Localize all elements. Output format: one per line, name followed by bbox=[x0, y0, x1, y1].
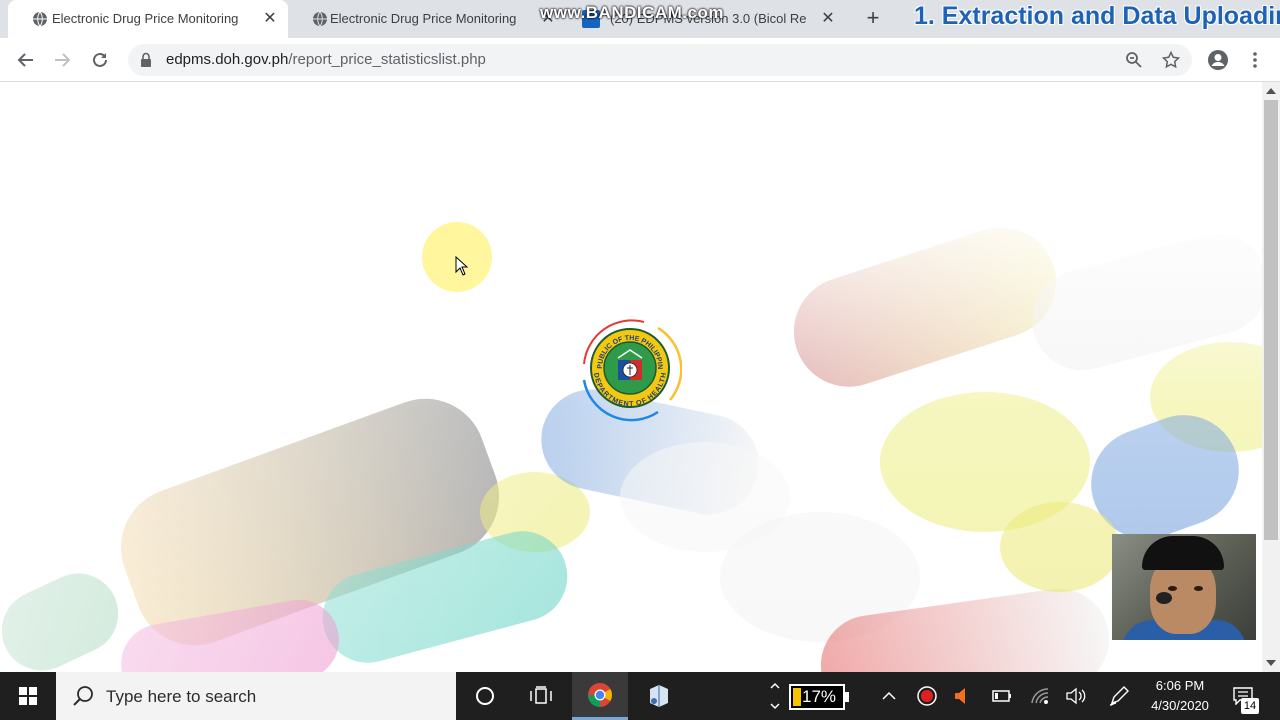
magnifier-icon bbox=[1126, 52, 1142, 68]
new-tab-button[interactable]: + bbox=[862, 7, 884, 29]
search-placeholder: Type here to search bbox=[106, 687, 257, 706]
zoom-button[interactable] bbox=[1122, 48, 1146, 72]
menu-button[interactable] bbox=[1243, 48, 1267, 72]
scroll-down-arrow-icon[interactable] bbox=[1266, 660, 1276, 666]
task-view-button[interactable] bbox=[516, 672, 566, 720]
taskbar-overflow-button[interactable] bbox=[764, 672, 786, 720]
url-path: /report_price_statisticslist.php bbox=[288, 51, 486, 68]
page-scrollbar[interactable] bbox=[1262, 82, 1280, 672]
network-tray-button[interactable] bbox=[1026, 672, 1054, 720]
clock-time: 6:06 PM bbox=[1155, 678, 1205, 693]
chrome-icon bbox=[588, 682, 612, 707]
battery-percent-overlay: 17% bbox=[789, 684, 845, 710]
speaker-warning-icon bbox=[955, 688, 965, 704]
arrow-left-icon bbox=[17, 53, 33, 67]
headset-mic-icon bbox=[1156, 592, 1172, 604]
speaker-icon bbox=[1066, 687, 1086, 705]
chevron-up-icon bbox=[882, 691, 896, 700]
doh-seal-logo: REPUBLIC OF THE PHILIPPINES DEPARTMENT O… bbox=[590, 328, 670, 408]
record-tray-button[interactable] bbox=[914, 672, 940, 720]
chevron-up-down-icon bbox=[770, 682, 780, 710]
pen-icon bbox=[1109, 686, 1129, 706]
bookmark-button[interactable] bbox=[1159, 48, 1183, 72]
taskbar-chrome-button[interactable] bbox=[572, 672, 628, 720]
url-text: edpms.doh.gov.ph/report_price_statistics… bbox=[166, 51, 486, 68]
account-icon bbox=[1208, 50, 1228, 70]
webcam-overlay bbox=[1112, 534, 1256, 640]
url-host: edpms.doh.gov.ph bbox=[166, 51, 289, 68]
show-hidden-icons-button[interactable] bbox=[876, 672, 902, 720]
wifi-icon bbox=[1031, 688, 1049, 704]
windows-logo-icon bbox=[19, 687, 37, 705]
tab-edpms-1[interactable]: Electronic Drug Price Monitoring ✕ bbox=[8, 0, 288, 38]
recorder-watermark: www.BANDICAM.com bbox=[540, 3, 724, 22]
tab-title: Electronic Drug Price Monitoring bbox=[52, 11, 239, 26]
cortana-circle-icon bbox=[476, 687, 494, 705]
address-bar[interactable]: edpms.doh.gov.ph/report_price_statistics… bbox=[128, 44, 1192, 76]
globe-icon bbox=[33, 11, 47, 27]
profile-button[interactable] bbox=[1206, 48, 1230, 72]
globe-icon bbox=[313, 11, 327, 27]
battery-tray-button[interactable] bbox=[988, 672, 1016, 720]
cortana-button[interactable] bbox=[460, 672, 510, 720]
close-icon[interactable]: ✕ bbox=[818, 9, 838, 29]
battery-percent: 17% bbox=[802, 687, 837, 706]
battery-icon bbox=[992, 690, 1011, 702]
taskbar-search-box[interactable]: Type here to search bbox=[56, 672, 456, 720]
tab-edpms-2[interactable]: Electronic Drug Price Monitoring ✕ bbox=[288, 0, 568, 38]
star-icon bbox=[1162, 51, 1180, 69]
video-overlay-title: 1. Extraction and Data Uploading bbox=[914, 2, 1280, 30]
scroll-up-arrow-icon[interactable] bbox=[1266, 88, 1276, 94]
avast-tray-button[interactable] bbox=[948, 672, 974, 720]
browser-toolbar: edpms.doh.gov.ph/report_price_statistics… bbox=[0, 38, 1280, 82]
forward-button[interactable] bbox=[50, 48, 74, 72]
clock-date: 4/30/2020 bbox=[1151, 698, 1209, 713]
kebab-icon bbox=[1253, 52, 1257, 68]
scrollbar-thumb[interactable] bbox=[1264, 100, 1278, 540]
taskbar-app-button[interactable] bbox=[632, 672, 686, 720]
reload-button[interactable] bbox=[88, 48, 112, 72]
app-shield-icon bbox=[650, 685, 668, 707]
pen-workspace-button[interactable] bbox=[1104, 672, 1134, 720]
record-icon bbox=[917, 686, 937, 706]
task-view-icon bbox=[530, 686, 552, 704]
page-content: REPUBLIC OF THE PHILIPPINES DEPARTMENT O… bbox=[0, 82, 1262, 672]
mouse-cursor-icon bbox=[455, 256, 469, 276]
tab-title: Electronic Drug Price Monitoring bbox=[330, 11, 517, 26]
arrow-right-icon bbox=[55, 53, 71, 67]
search-icon bbox=[73, 686, 93, 706]
volume-tray-button[interactable] bbox=[1062, 672, 1090, 720]
taskbar-clock[interactable]: 6:06 PM 4/30/2020 bbox=[1142, 676, 1218, 716]
reload-icon bbox=[93, 52, 107, 67]
lock-icon bbox=[141, 52, 151, 67]
back-button[interactable] bbox=[14, 48, 38, 72]
windows-taskbar: Type here to search bbox=[0, 672, 1280, 720]
close-icon[interactable]: ✕ bbox=[260, 9, 280, 29]
notification-count-badge: 14 bbox=[1241, 698, 1259, 714]
start-button[interactable] bbox=[0, 672, 56, 720]
